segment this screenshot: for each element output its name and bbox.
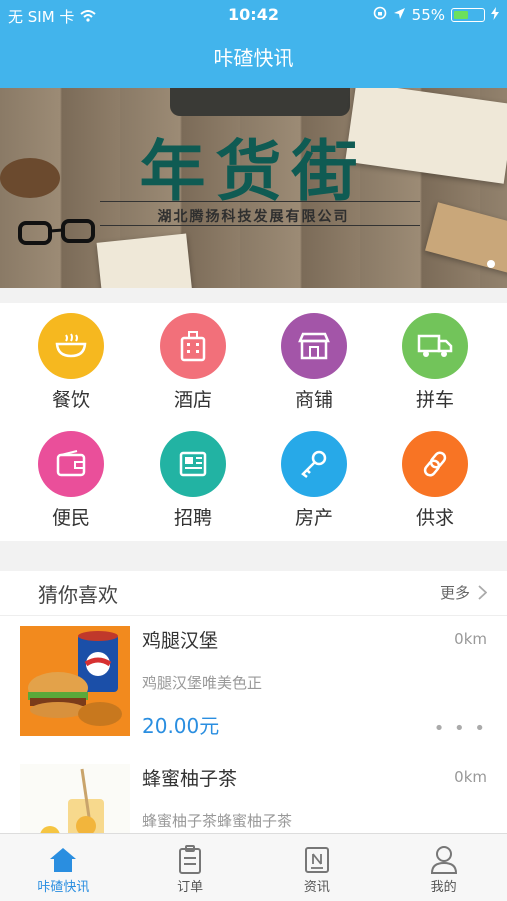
charging-icon	[491, 6, 499, 24]
battery-fill	[454, 11, 469, 19]
more-link[interactable]: 更多	[440, 582, 487, 603]
tea-thumbnail	[20, 764, 130, 833]
clipboard-icon	[179, 845, 202, 874]
tab-label: 我的	[430, 880, 457, 895]
category-shop[interactable]: 商铺	[254, 313, 374, 412]
tab-home[interactable]: 咔碴快讯	[0, 834, 127, 901]
category-icon-circle	[402, 431, 468, 497]
category-icon-circle	[160, 313, 226, 379]
section-title: 猜你喜欢	[38, 583, 118, 607]
tab-bar: 咔碴快讯 订单 资讯 我的	[0, 833, 507, 901]
status-bar: 无 SIM 卡 10:42 55%	[0, 0, 507, 30]
bowl-icon	[55, 333, 87, 358]
banner-subtitle: 湖北腾扬科技发展有限公司	[157, 209, 350, 225]
chevron-right-icon	[478, 585, 487, 600]
category-supply[interactable]: 供求	[375, 431, 495, 530]
category-icon-circle	[160, 431, 226, 497]
category-convenience[interactable]: 便民	[11, 431, 131, 530]
category-label: 餐饮	[51, 389, 90, 411]
key-icon	[301, 450, 327, 478]
category-dining[interactable]: 餐饮	[11, 313, 131, 412]
newspaper-icon	[179, 451, 207, 477]
tab-label: 咔碴快讯	[37, 880, 90, 895]
tab-label: 订单	[177, 880, 204, 895]
more-label: 更多	[439, 584, 470, 602]
category-icon-circle	[281, 313, 347, 379]
home-icon	[50, 848, 77, 872]
typewriter-decoration	[170, 88, 350, 116]
category-carpool[interactable]: 拼车	[375, 313, 495, 412]
tab-orders[interactable]: 订单	[127, 834, 254, 901]
category-label: 酒店	[173, 389, 212, 411]
location-icon	[393, 6, 406, 24]
item-distance: 0km	[454, 768, 487, 786]
shop-icon	[298, 332, 330, 360]
tab-label: 资讯	[303, 880, 330, 895]
category-grid: 餐饮 酒店 商铺 拼车 便民 招聘 房产 供求	[0, 303, 507, 541]
page-title: 咔碴快讯	[213, 46, 294, 70]
more-options-icon[interactable]: • • •	[434, 718, 487, 739]
category-icon-circle	[38, 431, 104, 497]
building-icon	[180, 331, 206, 362]
item-distance: 0km	[454, 630, 487, 648]
user-icon	[430, 846, 457, 874]
category-icon-circle	[402, 313, 468, 379]
category-label: 商铺	[294, 389, 333, 411]
category-label: 房产	[294, 507, 333, 529]
category-label: 便民	[51, 507, 90, 529]
section-header: 猜你喜欢 更多	[0, 571, 507, 616]
wallet-icon	[56, 450, 86, 477]
recommend-section: 猜你喜欢 更多 鸡腿汉堡 0km 鸡腿汉堡唯美色正 20.00元 • • • 蜂…	[0, 571, 507, 833]
tab-news[interactable]: 资讯	[254, 834, 381, 901]
item-description: 蜂蜜柚子茶蜂蜜柚子茶	[142, 812, 293, 830]
list-item[interactable]: 鸡腿汉堡 0km 鸡腿汉堡唯美色正 20.00元 • • •	[0, 616, 507, 746]
burger-thumbnail	[20, 626, 130, 736]
item-price: 20.00元	[142, 714, 220, 738]
link-icon	[423, 451, 447, 477]
category-icon-circle	[38, 313, 104, 379]
rotation-lock-icon	[373, 6, 387, 24]
truck-icon	[417, 334, 453, 357]
paper-decoration	[96, 233, 194, 288]
news-icon	[304, 847, 329, 873]
banner-headline: 年货街	[139, 132, 368, 210]
divider	[100, 225, 420, 226]
divider	[100, 201, 420, 202]
battery-icon	[451, 8, 485, 22]
category-realestate[interactable]: 房产	[254, 431, 374, 530]
item-description: 鸡腿汉堡唯美色正	[142, 674, 263, 692]
tab-profile[interactable]: 我的	[380, 834, 507, 901]
category-icon-circle	[281, 431, 347, 497]
battery-percent: 55%	[411, 6, 445, 24]
category-hotel[interactable]: 酒店	[133, 313, 253, 412]
carousel-indicator[interactable]	[487, 260, 495, 268]
banner-carousel[interactable]: 年货街 湖北腾扬科技发展有限公司	[0, 88, 507, 288]
nav-bar: 咔碴快讯	[0, 30, 507, 88]
category-label: 拼车	[415, 389, 454, 411]
item-name: 蜂蜜柚子茶	[142, 768, 238, 790]
category-jobs[interactable]: 招聘	[133, 431, 253, 530]
list-item[interactable]: 蜂蜜柚子茶 0km 蜂蜜柚子茶蜂蜜柚子茶	[0, 754, 507, 833]
category-label: 招聘	[173, 507, 212, 529]
category-label: 供求	[415, 507, 454, 529]
item-name: 鸡腿汉堡	[142, 630, 219, 652]
